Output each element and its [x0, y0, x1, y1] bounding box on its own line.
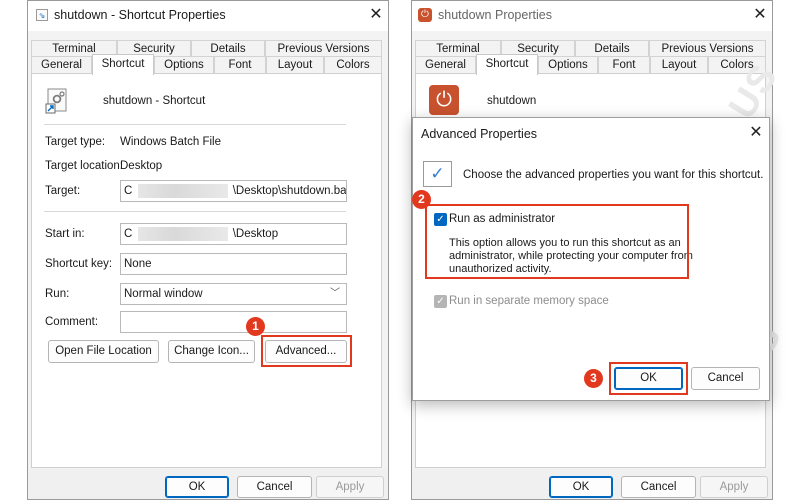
target-type-label: Target type:: [45, 136, 106, 148]
open-file-location-button[interactable]: Open File Location: [48, 340, 159, 363]
tab-options[interactable]: Options: [154, 56, 214, 73]
start-in-field[interactable]: C \Desktop: [120, 223, 347, 245]
run-selected-value: Normal window: [124, 288, 203, 300]
tab-previous-versions[interactable]: Previous Versions: [649, 40, 766, 57]
power-shortcut-icon: ⏻: [429, 85, 459, 115]
tab-options[interactable]: Options: [538, 56, 598, 73]
power-app-icon: ⏻: [418, 8, 432, 22]
tab-font[interactable]: Font: [214, 56, 266, 73]
redacted-path: [137, 226, 228, 241]
comment-label: Comment:: [45, 316, 99, 328]
checkmark-icon: ✓: [423, 161, 452, 187]
start-in-label: Start in:: [45, 228, 85, 240]
tab-general[interactable]: General: [31, 56, 92, 73]
window-title: shutdown Properties: [438, 8, 552, 22]
highlight-ok: [609, 362, 688, 395]
dialog-title: Advanced Properties: [421, 127, 538, 141]
cancel-button[interactable]: Cancel: [691, 367, 760, 390]
redacted-path: [137, 183, 228, 198]
cancel-button[interactable]: Cancel: [237, 476, 312, 498]
target-location-value: Desktop: [120, 160, 163, 172]
tab-shortcut[interactable]: Shortcut: [92, 54, 154, 75]
shortcut-key-label: Shortcut key:: [45, 258, 113, 270]
shortcut-name: shutdown: [487, 95, 537, 107]
tab-details[interactable]: Details: [575, 40, 649, 57]
run-select[interactable]: Normal window ﹀: [120, 283, 347, 305]
step-badge-1: 1: [246, 317, 265, 336]
start-in-value: \Desktop: [232, 228, 279, 240]
tab-previous-versions[interactable]: Previous Versions: [265, 40, 382, 57]
tab-shortcut[interactable]: Shortcut: [476, 54, 538, 75]
separate-memory-label: Run in separate memory space: [449, 295, 609, 307]
target-label: Target:: [45, 185, 81, 197]
apply-button: Apply: [316, 476, 384, 498]
shortcut-key-field[interactable]: None: [120, 253, 347, 275]
target-type-value: Windows Batch File: [120, 136, 221, 148]
window-title: shutdown - Shortcut Properties: [54, 8, 226, 22]
tab-general[interactable]: General: [415, 56, 476, 73]
tab-font[interactable]: Font: [598, 56, 650, 73]
run-label: Run:: [45, 288, 70, 300]
tab-colors[interactable]: Colors: [324, 56, 382, 73]
separate-memory-checkbox: ✓: [434, 295, 447, 308]
step-badge-3: 3: [584, 369, 603, 388]
close-icon[interactable]: ✕: [750, 5, 770, 25]
target-field[interactable]: C \Desktop\shutdown.bat: [120, 180, 347, 202]
start-in-prefix: C: [124, 228, 133, 240]
chevron-down-icon: ﹀: [330, 288, 340, 299]
divider: [44, 124, 346, 125]
close-icon[interactable]: ✕: [746, 123, 766, 143]
dialog-header-text: Choose the advanced properties you want …: [463, 169, 764, 181]
comment-field[interactable]: [120, 311, 347, 333]
apply-button: Apply: [700, 476, 768, 498]
target-value: \Desktop\shutdown.bat: [232, 185, 347, 197]
ok-button[interactable]: OK: [165, 476, 229, 498]
change-icon-button[interactable]: Change Icon...: [168, 340, 255, 363]
highlight-run-as-admin: [425, 204, 689, 279]
ok-button[interactable]: OK: [549, 476, 613, 498]
window-app-icon: ⇘: [36, 9, 48, 21]
shortcut-name: shutdown - Shortcut: [103, 95, 206, 107]
highlight-advanced: [261, 335, 352, 367]
advanced-properties-dialog: Advanced Properties ✕ ✓ Choose the advan…: [412, 117, 770, 401]
close-icon[interactable]: ✕: [366, 5, 386, 25]
tab-details[interactable]: Details: [191, 40, 265, 57]
target-location-label: Target location:: [45, 160, 123, 172]
tab-layout[interactable]: Layout: [266, 56, 324, 73]
cancel-button[interactable]: Cancel: [621, 476, 696, 498]
shortcut-properties-window: ⇘ shutdown - Shortcut Properties ✕ Termi…: [27, 0, 389, 500]
shortcut-file-icon: [45, 87, 71, 115]
tab-layout[interactable]: Layout: [650, 56, 708, 73]
target-prefix: C: [124, 185, 133, 197]
divider: [44, 211, 346, 212]
step-badge-2: 2: [412, 190, 431, 209]
